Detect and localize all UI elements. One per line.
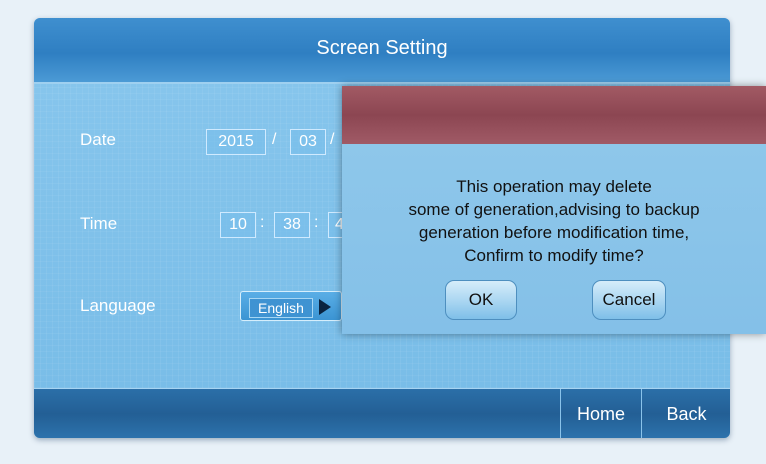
- date-label: Date: [80, 130, 116, 149]
- play-arrow-icon: [319, 299, 331, 315]
- title-bar: Screen Setting: [34, 18, 730, 84]
- dialog-header: [342, 86, 766, 144]
- month-field[interactable]: 03: [290, 129, 326, 155]
- ok-button[interactable]: OK: [445, 280, 517, 320]
- confirm-dialog: This operation may delete some of genera…: [342, 86, 766, 334]
- language-value: English: [249, 298, 313, 318]
- home-button[interactable]: Home: [560, 389, 641, 438]
- dialog-message-line: Confirm to modify time?: [464, 246, 644, 265]
- back-button[interactable]: Back: [641, 389, 730, 438]
- page-title: Screen Setting: [316, 37, 448, 59]
- cancel-button[interactable]: Cancel: [592, 280, 666, 320]
- year-field[interactable]: 2015: [206, 129, 266, 155]
- dialog-message-line: generation before modification time,: [418, 223, 690, 242]
- minute-field[interactable]: 38: [274, 212, 310, 238]
- date-separator: /: [330, 131, 335, 148]
- dialog-message-line: This operation may delete: [456, 177, 652, 196]
- language-selector[interactable]: English: [240, 291, 342, 321]
- time-separator: :: [314, 214, 319, 231]
- dialog-message-line: some of generation,advising to backup: [408, 200, 700, 219]
- language-label: Language: [80, 296, 156, 315]
- hour-field[interactable]: 10: [220, 212, 256, 238]
- time-separator: :: [260, 214, 265, 231]
- date-separator: /: [272, 131, 277, 148]
- bottom-nav-bar: Home Back: [34, 388, 730, 438]
- time-label: Time: [80, 214, 118, 233]
